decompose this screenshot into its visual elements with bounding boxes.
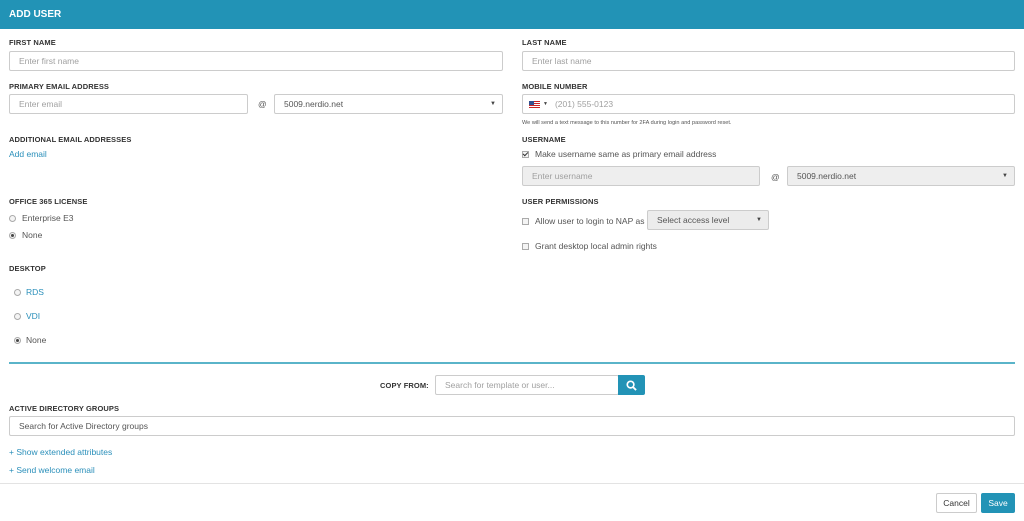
office365-label: OFFICE 365 LICENSE bbox=[9, 197, 88, 206]
footer-divider bbox=[0, 483, 1024, 484]
last-name-label: LAST NAME bbox=[522, 38, 567, 47]
radio-selected-icon[interactable] bbox=[9, 231, 16, 239]
first-name-label: FIRST NAME bbox=[9, 38, 56, 47]
show-extended-attributes-link[interactable]: + Show extended attributes bbox=[9, 447, 112, 457]
primary-email-label: PRIMARY EMAIL ADDRESS bbox=[9, 82, 110, 91]
mobile-hint: We will send a text message to this numb… bbox=[522, 120, 732, 126]
cancel-button[interactable]: Cancel bbox=[936, 493, 977, 513]
chevron-down-icon: ▼ bbox=[756, 217, 762, 223]
send-welcome-email-link[interactable]: + Send welcome email bbox=[9, 465, 95, 475]
office365-option-none[interactable]: None bbox=[9, 230, 42, 240]
email-domain-select[interactable]: 5009.nerdio.net ▼ bbox=[274, 94, 503, 114]
admin-rights-checkbox[interactable]: Grant desktop local admin rights bbox=[522, 241, 657, 251]
desktop-option-rds[interactable]: RDS bbox=[14, 287, 44, 297]
additional-email-label: ADDITIONAL EMAIL ADDRESSES bbox=[9, 135, 132, 144]
us-flag-icon[interactable] bbox=[529, 100, 540, 108]
mobile-input[interactable]: ▼ (201) 555-0123 bbox=[522, 94, 1015, 114]
username-at-sign: @ bbox=[771, 172, 780, 182]
username-label: USERNAME bbox=[522, 135, 566, 144]
dialog-title: ADD USER bbox=[9, 9, 62, 20]
permissions-label: USER PERMISSIONS bbox=[522, 197, 599, 206]
office365-option-e3[interactable]: Enterprise E3 bbox=[9, 213, 74, 223]
first-name-input[interactable]: Enter first name bbox=[9, 51, 503, 71]
desktop-label: DESKTOP bbox=[9, 264, 46, 273]
chevron-down-icon: ▼ bbox=[490, 101, 496, 107]
radio-icon[interactable] bbox=[14, 288, 21, 296]
copy-from-input[interactable]: Search for template or user... bbox=[435, 375, 619, 395]
access-level-select[interactable]: Select access level ▼ bbox=[647, 210, 769, 230]
copy-from-label: COPY FROM: bbox=[380, 381, 429, 390]
radio-icon[interactable] bbox=[14, 312, 21, 320]
desktop-option-vdi[interactable]: VDI bbox=[14, 311, 40, 321]
chevron-down-icon[interactable]: ▼ bbox=[543, 101, 548, 107]
username-input[interactable]: Enter username bbox=[522, 166, 760, 186]
ad-groups-input[interactable]: Search for Active Directory groups bbox=[9, 416, 1015, 436]
username-same-checkbox[interactable]: Make username same as primary email addr… bbox=[522, 149, 716, 159]
checkbox-icon[interactable] bbox=[522, 242, 529, 250]
checkbox-checked-icon[interactable] bbox=[522, 150, 529, 158]
mobile-label: MOBILE NUMBER bbox=[522, 82, 588, 91]
allow-login-checkbox[interactable]: Allow user to login to NAP as bbox=[522, 216, 644, 226]
checkbox-icon[interactable] bbox=[522, 217, 529, 225]
username-domain-select[interactable]: 5009.nerdio.net ▼ bbox=[787, 166, 1015, 186]
chevron-down-icon: ▼ bbox=[1002, 173, 1008, 179]
add-email-link[interactable]: Add email bbox=[9, 149, 47, 159]
section-divider bbox=[9, 362, 1015, 364]
radio-icon[interactable] bbox=[9, 214, 16, 222]
dialog-header: ADD USER bbox=[0, 0, 1024, 29]
last-name-input[interactable]: Enter last name bbox=[522, 51, 1015, 71]
search-icon bbox=[626, 379, 637, 391]
radio-selected-icon[interactable] bbox=[14, 336, 21, 344]
ad-groups-label: ACTIVE DIRECTORY GROUPS bbox=[9, 404, 120, 413]
email-at-sign: @ bbox=[258, 99, 267, 109]
primary-email-input[interactable]: Enter email bbox=[9, 94, 248, 114]
copy-from-search-button[interactable] bbox=[618, 375, 645, 395]
desktop-option-none[interactable]: None bbox=[14, 335, 46, 345]
save-button[interactable]: Save bbox=[981, 493, 1015, 513]
